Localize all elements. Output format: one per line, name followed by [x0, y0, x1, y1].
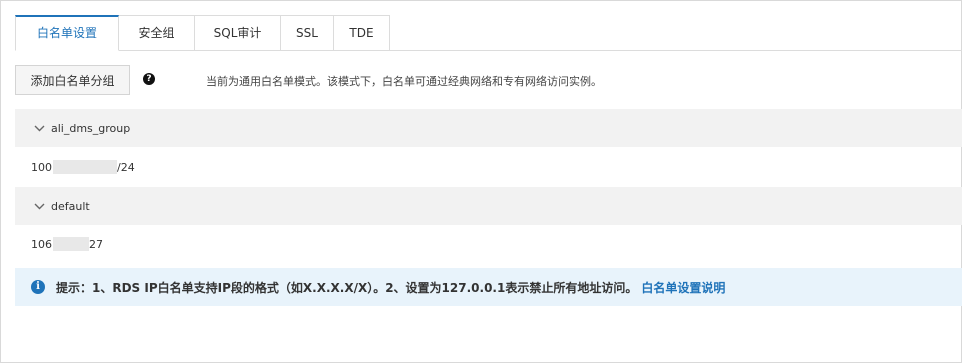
info-circle-icon: i: [31, 280, 45, 294]
ip-prefix: 106: [31, 237, 52, 251]
ip-entry: 100 /24: [31, 160, 135, 174]
tab-divider: [15, 50, 962, 51]
group-header-default[interactable]: default: [15, 187, 962, 225]
whitelist-mode-hint: 当前为通用白名单模式。该模式下，白名单可通过经典网络和专有网络访问实例。: [206, 75, 602, 88]
group-header-ali-dms-group[interactable]: ali_dms_group: [15, 109, 962, 147]
ip-suffix: /24: [117, 160, 135, 174]
ip-prefix: 100: [31, 160, 52, 174]
whitelist-panel: [0, 0, 962, 363]
chevron-down-icon: [32, 199, 46, 213]
add-whitelist-group-button[interactable]: 添加白名单分组: [15, 65, 130, 95]
ip-suffix: 27: [89, 237, 103, 251]
masked-ip-segment: [53, 237, 89, 251]
tab-ssl[interactable]: SSL: [281, 15, 334, 51]
tab-security-group[interactable]: 安全组: [119, 15, 195, 51]
masked-ip-segment: [53, 160, 117, 174]
question-circle-icon[interactable]: ?: [143, 73, 155, 85]
notice-banner: i 提示：1、RDS IP白名单支持IP段的格式（如X.X.X.X/X）。2、设…: [15, 268, 962, 306]
tab-sql-audit[interactable]: SQL审计: [195, 15, 281, 51]
group-name: ali_dms_group: [51, 121, 131, 135]
add-whitelist-group-label: 添加白名单分组: [30, 73, 115, 88]
chevron-down-icon: [32, 121, 46, 135]
tab-tde[interactable]: TDE: [334, 15, 390, 51]
tab-whitelist[interactable]: 白名单设置: [15, 15, 119, 51]
notice-text: 提示：1、RDS IP白名单支持IP段的格式（如X.X.X.X/X）。2、设置为…: [56, 280, 638, 295]
group-name: default: [51, 199, 90, 213]
tab-bar: 白名单设置 安全组 SQL审计 SSL TDE: [15, 15, 390, 51]
ip-entry: 106 27: [31, 237, 103, 251]
whitelist-help-link[interactable]: 白名单设置说明: [641, 279, 725, 296]
